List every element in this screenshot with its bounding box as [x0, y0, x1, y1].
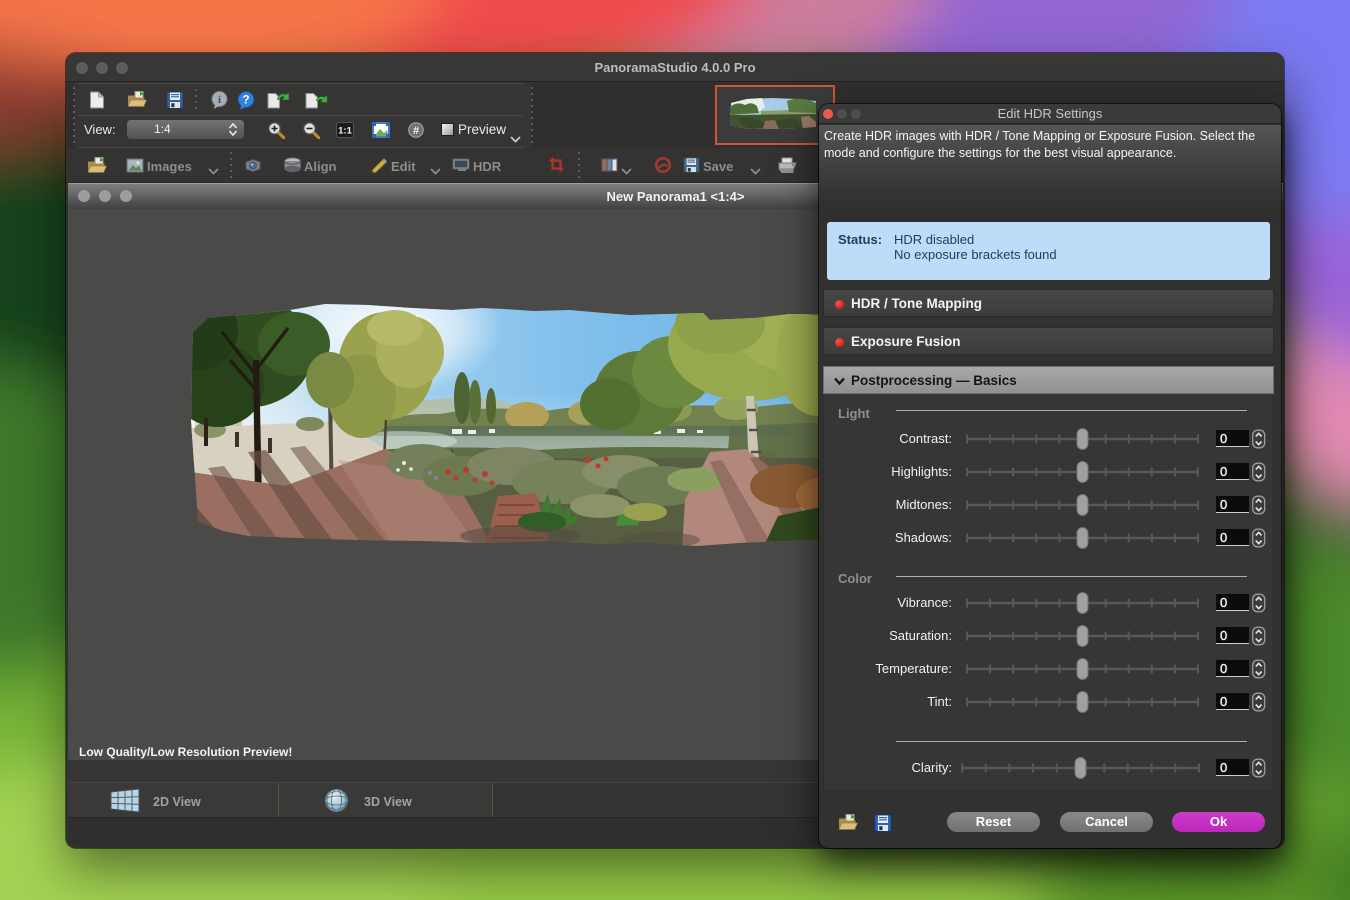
svg-text:i: i: [218, 94, 221, 106]
svg-text:1:1: 1:1: [338, 126, 352, 137]
svg-text:#: #: [413, 125, 419, 137]
svg-text:?: ?: [242, 95, 249, 107]
